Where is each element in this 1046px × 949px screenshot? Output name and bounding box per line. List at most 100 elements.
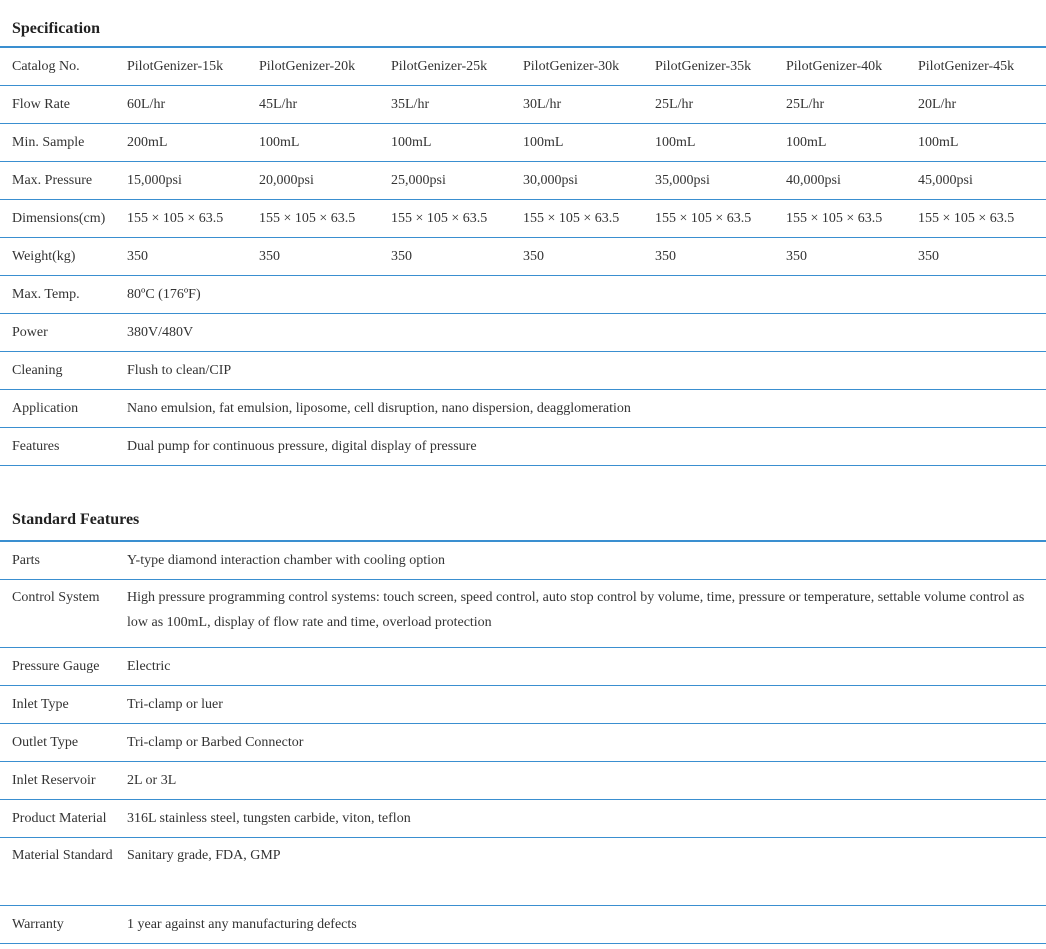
spec-model-cell: 100mL [655,123,786,162]
spec-model-cell: 20L/hr [918,85,1046,124]
spec-row: Catalog No. PilotGenizer-15k PilotGenizer-… [0,47,1046,86]
spec-model-cell: 200mL [127,123,259,162]
spec-model-cell: 155 × 105 × 63.5 [523,199,655,238]
spec-model-cell: 30L/hr [523,85,655,124]
feature-row: Inlet Reservoir 2L or 3L [0,761,1046,800]
spec-model-cell: 350 [127,237,259,276]
spec-model-cell: 100mL [391,123,523,162]
spec-model-cell: 350 [259,237,391,276]
spec-model-cell: 30,000psi [523,161,655,200]
spec-row-value: 80ºC (176ºF) [127,275,1046,314]
spec-model-cell: 25L/hr [655,85,786,124]
spec-model-cell: 100mL [523,123,655,162]
feature-row-label: Pressure Gauge [0,647,127,686]
spec-model-cell: 155 × 105 × 63.5 [127,199,259,238]
spec-model-cell: 60L/hr [127,85,259,124]
feature-row-label: Control System [0,579,127,648]
spec-row: Max. Temp. 80ºC (176ºF) [0,275,1046,314]
spec-model-cell: 100mL [259,123,391,162]
spec-model-cell: 155 × 105 × 63.5 [786,199,918,238]
standard-features-table: Parts Y-type diamond interaction chamber … [0,540,1046,944]
spec-model-cell: 350 [655,237,786,276]
feature-row-value: Y-type diamond interaction chamber with … [127,541,1046,580]
spec-row-value: Nano emulsion, fat emulsion, liposome, c… [127,389,1046,428]
spec-model-cell: 100mL [918,123,1046,162]
spec-model-cell: 45,000psi [918,161,1046,200]
spec-row-label: Max. Temp. [0,275,127,314]
spec-model-cell: 350 [918,237,1046,276]
spec-model-cell: PilotGenizer-45k [918,47,1046,86]
spec-row-label: Catalog No. [0,47,127,86]
feature-row-label: Material Standard [0,837,127,906]
spec-row-value: 380V/480V [127,313,1046,352]
feature-row-value: 1 year against any manufacturing defects [127,905,1046,944]
spec-model-cell: PilotGenizer-20k [259,47,391,86]
spec-model-cell: 45L/hr [259,85,391,124]
spec-model-cell: PilotGenizer-15k [127,47,259,86]
spec-model-cell: 350 [523,237,655,276]
feature-row-value: Tri-clamp or Barbed Connector [127,723,1046,762]
spec-row-label: Dimensions(cm) [0,199,127,238]
feature-row: Control System High pressure programming … [0,579,1046,648]
feature-row-value: High pressure programming control system… [127,579,1046,648]
spec-row-label: Flow Rate [0,85,127,124]
spec-model-cell: 350 [391,237,523,276]
spec-model-cell: 350 [786,237,918,276]
feature-row-label: Inlet Type [0,685,127,724]
feature-row: Inlet Type Tri-clamp or luer [0,685,1046,724]
feature-row-label: Inlet Reservoir [0,761,127,800]
spec-row-label: Features [0,427,127,466]
spec-row-label: Min. Sample [0,123,127,162]
spec-model-cell: PilotGenizer-30k [523,47,655,86]
feature-row-value: Electric [127,647,1046,686]
feature-row-value: 2L or 3L [127,761,1046,800]
spec-row: Flow Rate 60L/hr 45L/hr 35L/hr 30L/hr 25L/hr 2… [0,85,1046,124]
spec-model-cell: 20,000psi [259,161,391,200]
spec-row: Min. Sample 200mL 100mL 100mL 100mL 100mL 100m… [0,123,1046,162]
spec-row-label: Power [0,313,127,352]
spec-model-cell: PilotGenizer-40k [786,47,918,86]
feature-row-label: Outlet Type [0,723,127,762]
feature-row-label: Parts [0,541,127,580]
spec-model-cell: PilotGenizer-35k [655,47,786,86]
spec-row: Max. Pressure 15,000psi 20,000psi 25,000psi… [0,161,1046,200]
spec-row-label: Max. Pressure [0,161,127,200]
feature-row: Parts Y-type diamond interaction chamber … [0,541,1046,580]
spec-row-value: Flush to clean/CIP [127,351,1046,390]
spec-model-cell: 100mL [786,123,918,162]
feature-row-value: Sanitary grade, FDA, GMP [127,837,1046,906]
feature-row: Outlet Type Tri-clamp or Barbed Connector [0,723,1046,762]
spec-model-cell: 35,000psi [655,161,786,200]
spec-row: Application Nano emulsion, fat emulsion, … [0,389,1046,428]
feature-row-value: Tri-clamp or luer [127,685,1046,724]
spec-model-cell: 25L/hr [786,85,918,124]
spec-model-cell: 15,000psi [127,161,259,200]
spec-model-cell: 25,000psi [391,161,523,200]
spec-row-label: Weight(kg) [0,237,127,276]
feature-row: Product Material 316L stainless steel, tu… [0,799,1046,838]
spec-model-cell: 155 × 105 × 63.5 [655,199,786,238]
feature-row-value: 316L stainless steel, tungsten carbide, … [127,799,1046,838]
spec-row-label: Application [0,389,127,428]
spec-row: Cleaning Flush to clean/CIP [0,351,1046,390]
feature-row-label: Warranty [0,905,127,944]
spec-model-cell: 155 × 105 × 63.5 [391,199,523,238]
feature-row: Pressure Gauge Electric [0,647,1046,686]
spec-model-cell: PilotGenizer-25k [391,47,523,86]
spec-model-cell: 155 × 105 × 63.5 [259,199,391,238]
specification-table: Catalog No. PilotGenizer-15k PilotGenizer-… [0,46,1046,466]
spec-model-cell: 40,000psi [786,161,918,200]
specification-heading: Specification [12,20,100,37]
feature-row: Warranty 1 year against any manufacturing… [0,905,1046,944]
spec-row: Weight(kg) 350 350 350 350 350 350 350 [0,237,1046,276]
spec-row: Dimensions(cm) 155 × 105 × 63.5 155 × 105 … [0,199,1046,238]
spec-row: Features Dual pump for continuous pressur… [0,427,1046,466]
standard-features-heading: Standard Features [12,511,140,528]
spec-row: Power 380V/480V [0,313,1046,352]
feature-row: Material Standard Sanitary grade, FDA, GM… [0,837,1046,906]
spec-model-cell: 155 × 105 × 63.5 [918,199,1046,238]
spec-row-value: Dual pump for continuous pressure, digit… [127,427,1046,466]
spec-row-label: Cleaning [0,351,127,390]
feature-row-label: Product Material [0,799,127,838]
spec-model-cell: 35L/hr [391,85,523,124]
